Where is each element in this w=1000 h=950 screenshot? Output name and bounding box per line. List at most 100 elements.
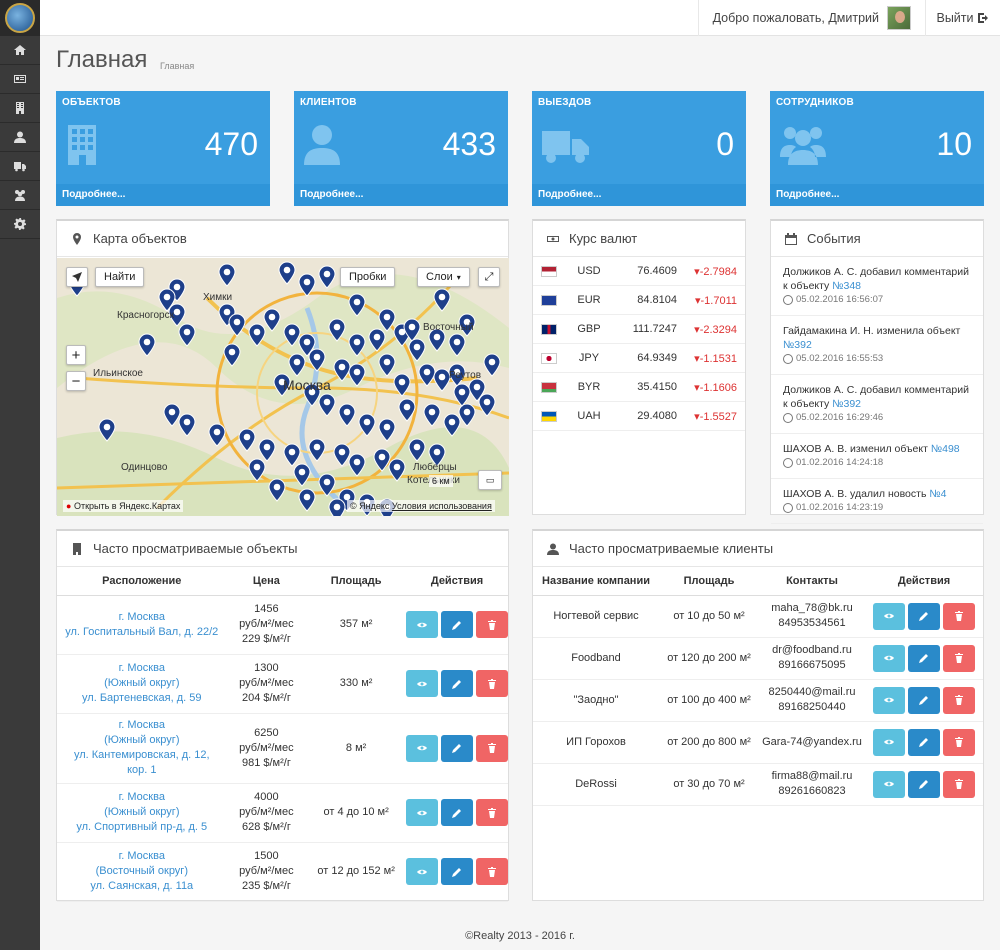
map-place-label: Одинцово xyxy=(121,462,168,473)
delete-button[interactable] xyxy=(943,686,975,714)
objects-map[interactable]: Красногорск Москва Одинцово Люберцы Коте… xyxy=(57,258,509,516)
delete-button[interactable] xyxy=(943,770,975,798)
map-place-label: Химки xyxy=(203,292,232,303)
traffic-button[interactable]: Пробки xyxy=(340,267,396,287)
view-button[interactable] xyxy=(406,734,438,762)
delete-button[interactable] xyxy=(476,858,508,885)
price-line: 1500 xyxy=(254,850,279,862)
event-link[interactable]: №4 xyxy=(929,488,946,500)
more-link[interactable]: Подробнее... xyxy=(294,184,508,206)
zoom-out-button[interactable]: − xyxy=(66,371,86,391)
delete-button[interactable] xyxy=(943,644,975,672)
delete-button[interactable] xyxy=(476,799,508,826)
edit-button[interactable] xyxy=(441,799,473,826)
event-link[interactable]: №392 xyxy=(783,339,812,351)
view-button[interactable] xyxy=(406,670,438,697)
edit-button[interactable] xyxy=(908,728,940,756)
sidebar-item-home[interactable] xyxy=(0,36,40,65)
delete-button[interactable] xyxy=(943,602,975,630)
event-link[interactable]: №348 xyxy=(832,280,861,292)
pencil-icon xyxy=(452,620,461,630)
object-location[interactable]: г. Москва ул. Госпитальный Вал, д. 22/2 xyxy=(57,595,227,655)
view-button[interactable] xyxy=(406,858,438,885)
sidebar-item-objects[interactable] xyxy=(0,94,40,123)
map-pin-icon[interactable] xyxy=(328,498,346,516)
event-link[interactable]: №498 xyxy=(931,443,960,455)
yandex-pin-icon: ● xyxy=(66,501,72,511)
clients-panel-header: Часто просматриваемые клиенты xyxy=(533,531,983,567)
flag-byr-icon xyxy=(541,381,557,393)
view-button[interactable] xyxy=(406,611,438,638)
actions-cell xyxy=(865,595,983,638)
logo[interactable] xyxy=(0,0,40,36)
actions-cell xyxy=(406,595,508,655)
object-location[interactable]: г. Москва (Южный округ) ул. Бартеневская, … xyxy=(57,654,227,714)
map-find-button[interactable]: Найти xyxy=(95,267,145,287)
user-menu[interactable]: Добро пожаловать, Дмитрий xyxy=(697,0,925,36)
pencil-icon xyxy=(919,780,928,789)
ruler-button[interactable]: ▭ xyxy=(478,470,502,490)
more-link[interactable]: Подробнее... xyxy=(532,184,746,206)
view-button[interactable] xyxy=(873,728,905,756)
sidebar-item-employees[interactable] xyxy=(0,181,40,210)
layers-dropdown[interactable]: Слои ▾ xyxy=(417,267,470,287)
logout-button[interactable]: Выйти xyxy=(925,0,1000,36)
map-panel-header: Карта объектов xyxy=(57,221,508,257)
client-contacts: 8250440@mail.ru 89168250440 xyxy=(759,679,865,722)
fullscreen-button[interactable]: ⤢ xyxy=(478,267,500,287)
edit-button[interactable] xyxy=(908,686,940,714)
edit-button[interactable] xyxy=(908,770,940,798)
object-location[interactable]: г. Москва (Восточный округ) ул. Саянская, … xyxy=(57,842,227,902)
view-button[interactable] xyxy=(873,602,905,630)
view-button[interactable] xyxy=(406,799,438,826)
sidebar-item-trips[interactable] xyxy=(0,152,40,181)
sidebar-item-settings[interactable] xyxy=(0,210,40,239)
delete-button[interactable] xyxy=(476,670,508,697)
col-header: Действия xyxy=(406,567,508,596)
currency-row: JPY 64.9349 ▾-1.1531 xyxy=(533,344,745,373)
price-line: руб/м²/мес xyxy=(239,618,294,630)
actions-cell xyxy=(406,713,508,784)
edit-button[interactable] xyxy=(908,644,940,672)
user-icon xyxy=(304,125,340,165)
event-link[interactable]: №392 xyxy=(832,398,861,410)
pencil-icon xyxy=(919,738,928,747)
client-contacts: Gara-74@yandex.ru xyxy=(759,721,865,764)
geolocation-button[interactable] xyxy=(66,267,88,287)
delete-button[interactable] xyxy=(943,728,975,756)
edit-button[interactable] xyxy=(441,670,473,697)
terms-link[interactable]: Условия использования xyxy=(392,501,492,511)
view-button[interactable] xyxy=(873,644,905,672)
eye-icon xyxy=(884,781,894,787)
col-header: Цена xyxy=(226,567,307,596)
sidebar-item-clients[interactable] xyxy=(0,123,40,152)
stat-trips: ВЫЕЗДОВ 0 Подробнее... xyxy=(532,91,746,206)
object-location[interactable]: г. Москва (Южный округ) ул. Кантемировская… xyxy=(57,713,227,784)
row-actions xyxy=(865,644,983,672)
zoom-in-button[interactable]: + xyxy=(66,345,86,365)
edit-button[interactable] xyxy=(441,734,473,762)
view-button[interactable] xyxy=(873,770,905,798)
client-email: firma88@mail.ru xyxy=(771,770,853,782)
edit-button[interactable] xyxy=(441,858,473,885)
sidebar-item-cards[interactable] xyxy=(0,65,40,94)
actions-cell xyxy=(865,763,983,806)
event-timestamp: 05.02.2016 16:56:07 xyxy=(796,294,884,305)
view-button[interactable] xyxy=(873,686,905,714)
more-link[interactable]: Подробнее... xyxy=(56,184,270,206)
more-link[interactable]: Подробнее... xyxy=(770,184,984,206)
truck-icon xyxy=(542,131,589,163)
edit-button[interactable] xyxy=(441,611,473,638)
object-area: 8 м² xyxy=(306,713,406,784)
edit-button[interactable] xyxy=(908,602,940,630)
stat-label: ВЫЕЗДОВ xyxy=(538,97,592,108)
open-in-yandex-link[interactable]: ● Открыть в Яндекс.Картах xyxy=(63,500,184,512)
delete-button[interactable] xyxy=(476,734,508,762)
object-location[interactable]: г. Москва (Южный округ) ул. Спортивный пр-… xyxy=(57,783,227,843)
currency-code: EUR xyxy=(577,294,601,306)
location-line: кор. 1 xyxy=(127,764,157,776)
delete-button[interactable] xyxy=(476,611,508,638)
map-copyright: © Яндекс Условия использования xyxy=(347,500,495,512)
footer-copyright: ©Realty 2013 - 2016 г. xyxy=(465,930,575,942)
flag-usd-icon xyxy=(541,265,557,277)
